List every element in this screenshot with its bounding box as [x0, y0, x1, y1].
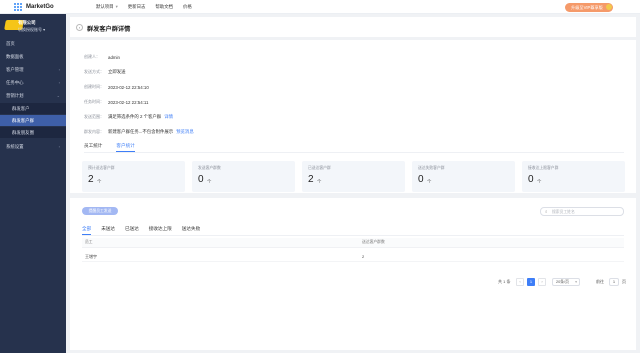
goto-page-input[interactable]: 1 [609, 278, 619, 286]
filter-tabs-divider [82, 235, 624, 236]
column-header-count: 送达客户群数 [362, 240, 385, 244]
sidebar: 有限公司 切换授权账号 ▾ 首页 数据面板 客户管理 › 任务中心 › 营销计划 ⌄ … [0, 14, 66, 353]
page-suffix: 页 [622, 279, 626, 284]
page-header: ‹ 群发客户群详情 [70, 17, 636, 37]
back-button[interactable]: ‹ [76, 24, 83, 31]
info-row-task-time: 任务时间： 2023-02-12 22:54:11 [84, 99, 149, 105]
chevron-right-icon: › [58, 80, 60, 85]
info-row-creator: 创建人： admin [84, 54, 120, 60]
logo-icon [14, 3, 23, 12]
range-details-link[interactable]: 详情 [164, 114, 173, 120]
app-name: MarketGo [26, 4, 54, 10]
table-row: 王增宇 2 [82, 251, 624, 262]
column-header-staff: 员工 [85, 240, 93, 244]
total-count: 共 1 条 [498, 279, 511, 284]
goto-label: 前往 [596, 279, 604, 284]
app-logo[interactable]: MarketGo [14, 3, 54, 12]
tabs-divider [84, 152, 624, 153]
nav-changelog[interactable]: 更新日志 [128, 4, 146, 10]
table-header: 员工 送达客户群数 [82, 238, 624, 248]
nav-help-docs[interactable]: 帮助文档 [155, 4, 173, 10]
info-row-content: 群发内容： 新建客户群任务...不包含附件展示 预览消息 [84, 129, 194, 135]
chevron-right-icon: › [58, 67, 60, 72]
sidebar-item-customers[interactable]: 客户管理 › [0, 64, 66, 75]
chevron-down-icon: ▾ [115, 4, 118, 9]
stat-card-limit-reached: 接收达上限客户群 0 个 [522, 161, 625, 192]
chevron-down-icon: ⌄ [56, 93, 60, 98]
delivered-count: 2 [362, 254, 365, 259]
sidebar-item-tasks[interactable]: 任务中心 › [0, 77, 66, 88]
info-row-send-mode: 发送方式： 立即发送 [84, 69, 126, 74]
stat-card-sent: 发送客户群数 0 个 [192, 161, 295, 192]
chevron-down-icon: ▾ [575, 280, 577, 284]
search-icon: ⌕ [545, 209, 548, 214]
staff-name: 王增宇 [85, 254, 97, 259]
sidebar-item-mass-groups[interactable]: 群发客户群 [0, 115, 66, 126]
search-placeholder: 搜索员工姓名 [552, 210, 575, 214]
staff-list-card: 提醒员工发送 ⌕ 搜索员工姓名 全部 未送达 已送达 接收达上限 送达失败 员工… [70, 198, 636, 350]
remind-staff-button[interactable]: 提醒员工发送 [82, 207, 118, 215]
page-title: 群发客户群详情 [87, 26, 131, 33]
switch-account-link[interactable]: 切换授权账号 ▾ [18, 27, 45, 33]
main-content: ‹ 群发客户群详情 创建人： admin 发送方式： 立即发送 创建时间： 20… [66, 14, 640, 353]
user-avatar[interactable] [606, 4, 612, 10]
search-input[interactable]: ⌕ 搜索员工姓名 [540, 207, 624, 216]
stat-card-failed: 送达失败客户群 0 个 [412, 161, 515, 192]
task-info-card: 创建人： admin 发送方式： 立即发送 创建时间： 2023-02-12 2… [70, 40, 636, 193]
top-nav: 默认项目 ▾ 更新日志 帮助文档 价格 [96, 4, 202, 10]
sidebar-item-marketing[interactable]: 营销计划 ⌄ [0, 90, 66, 101]
sidebar-item-mass-customers[interactable]: 群发客户 [0, 103, 66, 114]
chevron-right-icon: › [58, 144, 60, 149]
tab-all[interactable]: 全部 [82, 226, 92, 235]
project-selector[interactable]: 默认项目 ▾ [96, 4, 118, 10]
nav-pricing[interactable]: 价格 [183, 4, 192, 10]
tab-delivered[interactable]: 已送达 [125, 226, 139, 235]
company-name: 有限公司 [18, 20, 36, 25]
tab-failed[interactable]: 送达失败 [182, 226, 200, 235]
stats-tabs: 员工统计 客户统计 [84, 143, 149, 152]
sidebar-item-dashboard[interactable]: 数据面板 [0, 51, 66, 62]
preview-message-link[interactable]: 预览消息 [176, 129, 194, 135]
company-switcher[interactable]: 有限公司 切换授权账号 ▾ [4, 16, 64, 36]
page-size-select[interactable]: 20条/页 ▾ [552, 278, 580, 286]
info-row-send-range: 发送范围： 满足筛选条件的 2 个客户群 详情 [84, 114, 173, 120]
status-filter-tabs: 全部 未送达 已送达 接收达上限 送达失败 [82, 226, 210, 235]
next-page-button[interactable]: › [538, 278, 546, 286]
info-row-created-time: 创建时间： 2023-02-12 22:54:10 [84, 84, 149, 90]
sidebar-item-mass-moments[interactable]: 群发朋友圈 [0, 127, 66, 138]
tab-customer-stats[interactable]: 客户统计 [116, 143, 135, 152]
page-number-current[interactable]: 1 [527, 278, 535, 286]
sidebar-item-home[interactable]: 首页 [0, 38, 66, 49]
tab-not-delivered[interactable]: 未送达 [101, 226, 115, 235]
stat-card-delivered: 已送达客户群 2 个 [302, 161, 405, 192]
sidebar-item-settings[interactable]: 系统设置 › [0, 141, 66, 152]
tab-staff-stats[interactable]: 员工统计 [84, 143, 102, 152]
prev-page-button[interactable]: ‹ [516, 278, 524, 286]
top-bar: MarketGo 默认项目 ▾ 更新日志 帮助文档 价格 升级至VIP尊享版 [0, 0, 640, 14]
stat-card-expected: 预计送达客户群 2 个 [82, 161, 185, 192]
tab-limit-reached[interactable]: 接收达上限 [149, 226, 172, 235]
